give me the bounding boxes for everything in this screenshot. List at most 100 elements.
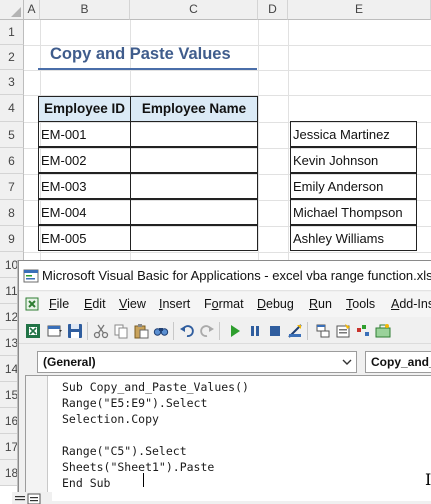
- employee-id-cell[interactable]: EM-001: [38, 121, 131, 147]
- insert-module-icon[interactable]: [47, 323, 63, 339]
- source-name-cell[interactable]: Michael Thompson: [290, 199, 417, 225]
- employee-name-cell[interactable]: [130, 225, 258, 251]
- code-line[interactable]: Sub Copy_and_Paste_Values(): [62, 380, 249, 394]
- menu-item[interactable]: Add-Ins: [391, 297, 431, 311]
- employee-name-cell[interactable]: [130, 121, 258, 147]
- standard-toolbar: [19, 318, 431, 344]
- employee-name-cell[interactable]: [130, 147, 258, 173]
- menu-item[interactable]: Tools: [346, 297, 375, 311]
- object-dropdown-value: (General): [43, 355, 96, 369]
- menu-item[interactable]: Format: [204, 297, 244, 311]
- code-line[interactable]: Range("E5:E9").Select: [62, 396, 207, 410]
- source-name-cell[interactable]: Emily Anderson: [290, 173, 417, 199]
- properties-window-icon[interactable]: [335, 323, 351, 339]
- row-header[interactable]: 9: [0, 226, 24, 252]
- menu-item-text: iew: [127, 297, 146, 311]
- employee-id-cell[interactable]: EM-003: [38, 173, 131, 199]
- object-browser-icon[interactable]: [355, 323, 371, 339]
- code-line[interactable]: Selection.Copy: [62, 412, 159, 426]
- excel-view-icon[interactable]: [24, 296, 40, 312]
- code-line[interactable]: End Sub: [62, 476, 110, 490]
- object-dropdown[interactable]: (General): [37, 351, 357, 373]
- menu-item[interactable]: File: [49, 297, 69, 311]
- menu-item-accelerator: V: [119, 297, 128, 311]
- copy-icon[interactable]: [113, 323, 129, 339]
- menu-item-text: dd-Ins: [399, 297, 431, 311]
- toolbar-separator: [307, 322, 308, 340]
- toolbar-separator: [87, 322, 88, 340]
- design-mode-icon[interactable]: [287, 323, 303, 339]
- source-name-cell[interactable]: Kevin Johnson: [290, 147, 417, 173]
- sheet-title: Copy and Paste Values: [50, 45, 231, 63]
- header-employee-id[interactable]: Employee ID: [38, 96, 131, 122]
- column-header-a[interactable]: A: [24, 0, 40, 20]
- row-header[interactable]: 8: [0, 200, 24, 226]
- vba-editor-window: Microsoft Visual Basic for Applications …: [18, 260, 431, 504]
- code-line[interactable]: Range("C5").Select: [62, 444, 187, 458]
- procedure-dropdown-value: Copy_and_Paste_Values: [371, 355, 431, 369]
- vbe-title-bar[interactable]: Microsoft Visual Basic for Applications …: [19, 261, 431, 291]
- employee-id-cell[interactable]: EM-005: [38, 225, 131, 251]
- row-header[interactable]: 5: [0, 122, 24, 148]
- redo-icon[interactable]: [199, 323, 215, 339]
- vba-app-icon: [23, 269, 39, 283]
- view-excel-icon[interactable]: [25, 323, 41, 339]
- menu-item-accelerator: R: [309, 297, 319, 311]
- project-explorer-icon[interactable]: [315, 323, 331, 339]
- find-icon[interactable]: [153, 323, 169, 339]
- toolbar-separator: [173, 322, 174, 340]
- source-name-cell[interactable]: Jessica Martinez: [290, 121, 417, 147]
- toolbox-icon[interactable]: [375, 323, 391, 339]
- menu-item[interactable]: Run: [309, 297, 332, 311]
- menu-item[interactable]: View: [119, 297, 146, 311]
- menu-item[interactable]: Debug: [257, 297, 294, 311]
- menu-bar: File Edit View Insert Format Debug Run Tools Add…: [19, 292, 431, 317]
- procedure-dropdown[interactable]: Copy_and_Paste_Values: [365, 351, 431, 373]
- run-icon[interactable]: [227, 323, 243, 339]
- break-icon[interactable]: [247, 323, 263, 339]
- employee-name-cell[interactable]: [130, 173, 258, 199]
- vbe-title: Microsoft Visual Basic for Applications …: [42, 268, 431, 283]
- row-gridline: [24, 252, 431, 253]
- column-header-d[interactable]: D: [258, 0, 288, 20]
- procedure-view-icon[interactable]: [12, 492, 52, 504]
- row-header[interactable]: 6: [0, 148, 24, 174]
- code-editor[interactable]: Sub Copy_and_Paste_Values() Range("E5:E9"…: [25, 375, 431, 501]
- text-caret: [143, 473, 144, 487]
- row-header[interactable]: 4: [0, 95, 24, 122]
- menu-item-accelerator: F: [49, 297, 57, 311]
- column-header-b[interactable]: B: [40, 0, 130, 20]
- code-line[interactable]: Sheets("Sheet1").Paste: [62, 460, 214, 474]
- chevron-down-icon: [342, 359, 352, 365]
- ibeam-cursor-icon: I: [425, 470, 431, 489]
- save-icon[interactable]: [67, 323, 83, 339]
- menu-item-text: dit: [92, 297, 106, 311]
- menu-item-text: nsert: [162, 297, 191, 311]
- employee-id-cell[interactable]: EM-002: [38, 147, 131, 173]
- row-header[interactable]: 7: [0, 174, 24, 200]
- menu-item[interactable]: Edit: [84, 297, 106, 311]
- cut-icon[interactable]: [93, 323, 109, 339]
- column-header-c[interactable]: C: [130, 0, 258, 20]
- source-name-cell[interactable]: Ashley Williams: [290, 225, 417, 251]
- menu-item-text: ile: [56, 297, 70, 311]
- row-header[interactable]: 3: [0, 70, 24, 95]
- employee-name-cell[interactable]: [130, 199, 258, 225]
- screen: A B C D E 1 2 3 4 5 6 7 8 9 10 11 12 13 14 15 16 17 18 Co…: [0, 0, 431, 504]
- employee-id-cell[interactable]: EM-004: [38, 199, 131, 225]
- menu-item-text: F: [204, 297, 212, 311]
- menu-item-accelerator: D: [257, 297, 267, 311]
- paste-icon[interactable]: [133, 323, 149, 339]
- row-header[interactable]: 1: [0, 20, 24, 45]
- margin-indicator-bar[interactable]: [26, 376, 48, 501]
- select-all-corner[interactable]: [0, 0, 24, 20]
- row-gridline: [24, 70, 431, 71]
- menu-item-text: un: [318, 297, 332, 311]
- menu-item[interactable]: Insert: [159, 297, 190, 311]
- reset-icon[interactable]: [267, 323, 283, 339]
- menu-item-text: ebug: [266, 297, 294, 311]
- row-header[interactable]: 2: [0, 45, 24, 70]
- column-header-e[interactable]: E: [288, 0, 431, 20]
- undo-icon[interactable]: [179, 323, 195, 339]
- header-employee-name[interactable]: Employee Name: [130, 96, 258, 122]
